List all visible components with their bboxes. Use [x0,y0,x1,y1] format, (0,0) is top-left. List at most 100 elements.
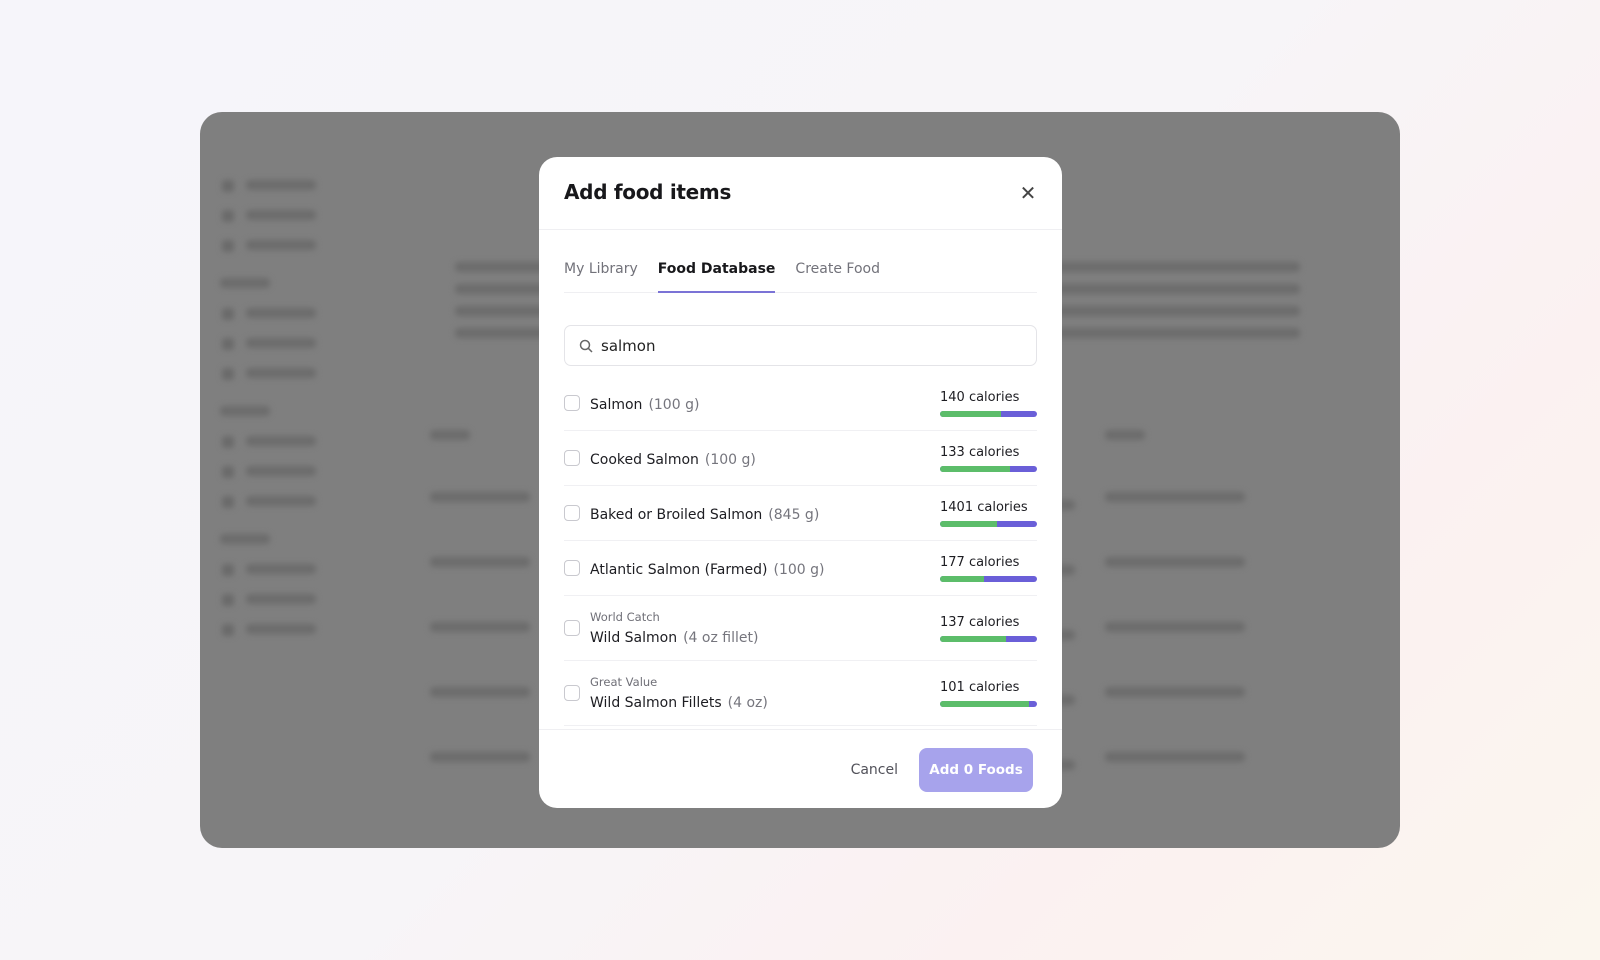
calorie-info: 101 calories [940,680,1037,707]
blurred-shape [1105,752,1245,762]
blurred-shape [246,564,316,574]
blurred-shape [246,338,316,348]
blurred-shape [1105,687,1245,697]
blurred-shape [246,240,316,250]
blurred-shape [222,210,234,222]
food-item[interactable]: World Catch Wild Salmon (4 oz fillet) 137… [564,596,1037,661]
calorie-info: 140 calories [940,390,1037,417]
food-names: Atlantic Salmon (Farmed) (100 g) [590,559,940,578]
food-serving: (100 g) [648,396,700,413]
blurred-shape [246,368,316,378]
close-icon[interactable]: ✕ [1016,181,1040,205]
blurred-shape [222,338,234,350]
blurred-shape [1105,557,1245,567]
checkbox[interactable] [564,395,580,411]
food-item[interactable]: Salmon (100 g) 140 calories [564,376,1037,431]
add-foods-button[interactable]: Add 0 Foods [919,748,1033,792]
checkbox[interactable] [564,620,580,636]
calorie-info: 133 calories [940,445,1037,472]
food-names: World Catch Wild Salmon (4 oz fillet) [590,610,940,646]
macro-bar-green [940,410,1002,417]
search-input[interactable] [601,336,1001,355]
tab-food-database[interactable]: Food Database [657,253,776,293]
blurred-shape [222,624,234,636]
blurred-shape [1105,492,1245,502]
blurred-shape [222,180,234,192]
food-brand: World Catch [590,610,660,624]
food-serving: (100 g) [704,451,756,468]
food-serving: (845 g) [768,506,820,523]
blurred-shape [246,594,316,604]
blurred-shape [430,557,530,567]
blurred-shape [220,534,270,544]
tab-create-food[interactable]: Create Food [795,253,880,293]
calorie-info: 137 calories [940,615,1037,642]
checkbox[interactable] [564,685,580,701]
food-list: Salmon (100 g) 140 calories Cooked Salmon… [564,376,1037,726]
blurred-shape [220,278,270,288]
food-name: Baked or Broiled Salmon [590,506,763,523]
food-name: Atlantic Salmon (Farmed) [590,561,768,578]
macro-bar [940,575,1037,582]
blurred-shape [1040,262,1300,272]
blurred-shape [430,752,530,762]
tab-my-library[interactable]: My Library [564,253,638,293]
search-icon [579,339,593,353]
blurred-shape [430,492,530,502]
calories: 140 calories [940,389,1020,405]
macro-bar [940,465,1037,472]
macro-bar-green [940,465,1010,472]
food-names: Baked or Broiled Salmon (845 g) [590,504,940,523]
blurred-shape [222,368,234,380]
blurred-shape [246,210,316,220]
blurred-shape [246,436,316,446]
food-names: Salmon (100 g) [590,394,940,413]
modal-footer: Cancel Add 0 Foods [539,729,1062,808]
food-name: Wild Salmon Fillets [590,695,722,711]
calorie-info: 1401 calories [940,500,1037,527]
tabs: My Library Food Database Create Food [564,253,1037,293]
modal-title: Add food items [564,180,732,204]
food-names: Cooked Salmon (100 g) [590,449,940,468]
macro-bar-green [940,635,1006,642]
checkbox[interactable] [564,505,580,521]
calories: 101 calories [940,679,1020,695]
calories: 133 calories [940,444,1020,460]
blurred-shape [246,180,316,190]
blurred-shape [222,496,234,508]
food-names: Great Value Wild Salmon Fillets (4 oz) [590,675,940,711]
food-item[interactable]: Atlantic Salmon (Farmed) (100 g) 177 calo… [564,541,1037,596]
blurred-shape [246,308,316,318]
blurred-shape [1105,622,1245,632]
macro-bar-green [940,520,998,527]
food-serving: (100 g) [773,561,825,578]
blurred-shape [222,594,234,606]
checkbox[interactable] [564,560,580,576]
food-item[interactable]: Baked or Broiled Salmon (845 g) 1401 calo… [564,486,1037,541]
food-serving: (4 oz) [727,695,768,711]
checkbox[interactable] [564,450,580,466]
food-name: Salmon [590,396,643,413]
blurred-shape [1040,284,1300,294]
calories: 177 calories [940,554,1020,570]
add-food-modal: Add food items ✕ My Library Food Databas… [539,157,1062,808]
blurred-shape [222,564,234,576]
macro-bar [940,635,1037,642]
calorie-info: 177 calories [940,555,1037,582]
search-box [564,325,1037,366]
blurred-shape [246,496,316,506]
macro-bar-green [940,575,984,582]
blurred-shape [222,466,234,478]
calories: 137 calories [940,614,1020,630]
blurred-shape [430,430,470,440]
blurred-shape [222,308,234,320]
cancel-button[interactable]: Cancel [851,762,898,778]
blurred-shape [220,406,270,416]
blurred-shape [246,624,316,634]
macro-bar [940,520,1037,527]
food-brand: Great Value [590,675,658,689]
food-item[interactable]: Cooked Salmon (100 g) 133 calories [564,431,1037,486]
macro-bar [940,700,1037,707]
blurred-shape [246,466,316,476]
food-item[interactable]: Great Value Wild Salmon Fillets (4 oz) 10… [564,661,1037,726]
